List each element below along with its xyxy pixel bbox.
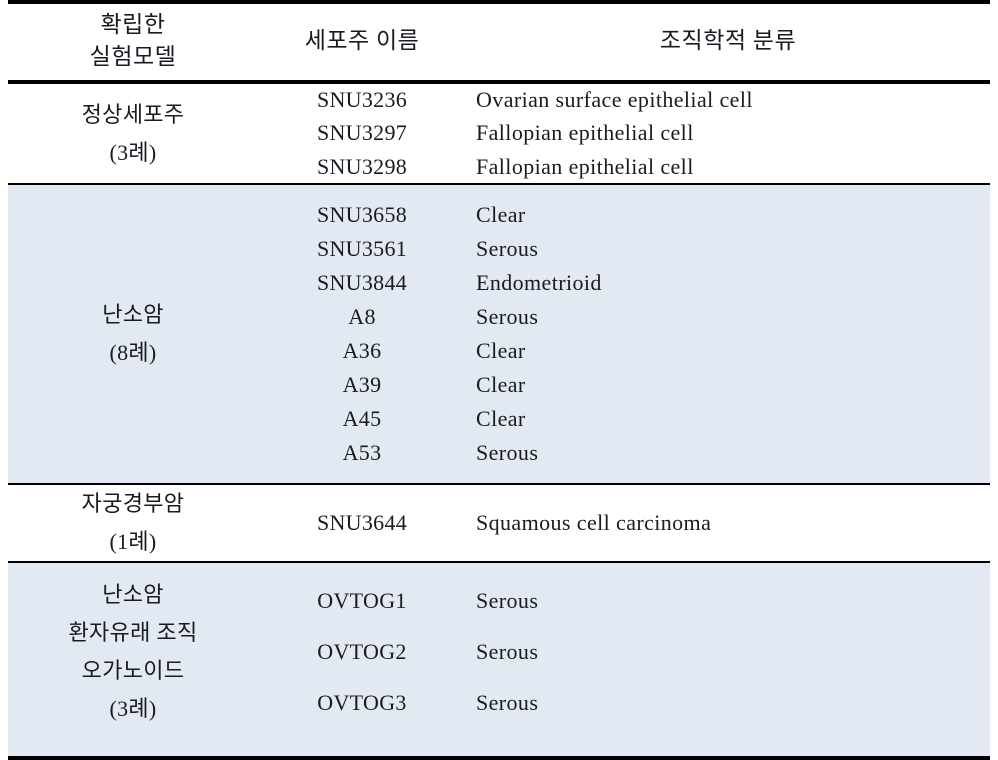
histology-value: Clear xyxy=(466,368,990,402)
histology-value: Serous xyxy=(466,626,990,678)
cell-line-name: SNU3297 xyxy=(316,120,408,145)
section-label-normal-cell-lines: 정상세포주 (3례) xyxy=(8,82,258,184)
section-cervical-cancer: 자궁경부암 (1례) SNU3644 Squamous cell carcino… xyxy=(8,483,990,562)
cell-line-name: SNU3644 xyxy=(258,483,466,562)
histology-value: Fallopian epithelial cell xyxy=(476,153,694,179)
histology-value: Clear xyxy=(466,402,990,436)
section-label-ovarian-organoid: 난소암 환자유래 조직 오가노이드 (3례) xyxy=(8,576,258,728)
column-header-model-line-1: 확립한 xyxy=(100,12,166,37)
section-label-line: 정상세포주 xyxy=(81,101,185,127)
section-label-ovarian-cancer: 난소암 (8례) xyxy=(8,198,258,470)
spacer xyxy=(466,183,990,198)
cell-line-name: A39 xyxy=(258,368,466,402)
table-row: 난소암 환자유래 조직 오가노이드 (3례) OVTOG1 Serous xyxy=(8,576,990,728)
table-row: 정상세포주 (3례) SNU3236 Ovarian surface epith… xyxy=(8,82,990,165)
cell-line-name: OVTOG1 xyxy=(258,576,466,627)
spacer xyxy=(466,561,990,576)
cell-line-name: SNU3561 xyxy=(258,232,466,266)
section-label-line: 자궁경부암 xyxy=(81,491,185,516)
section-normal-cell-lines: 정상세포주 (3례) SNU3236 Ovarian surface epith… xyxy=(8,82,990,184)
column-header-histology-text: 조직학적 분류 xyxy=(659,28,797,53)
column-header-model-line-2: 실험모델 xyxy=(89,44,177,69)
table-row: 자궁경부암 (1례) SNU3644 Squamous cell carcino… xyxy=(8,483,990,562)
cell-line-name: OVTOG2 xyxy=(258,626,466,678)
histology-value: Squamous cell carcinoma xyxy=(466,483,990,562)
column-header-cell-line-name-text: 세포주 이름 xyxy=(304,28,420,53)
histology-value: Serous xyxy=(466,436,990,470)
section-top-spacer xyxy=(8,561,990,576)
cell-line-name: SNU3658 xyxy=(258,198,466,232)
spacer xyxy=(258,561,466,576)
section-label-count: (3례) xyxy=(109,696,157,721)
histology-value: Serous xyxy=(466,576,990,627)
cell-line-name: SNU3236 xyxy=(316,87,408,112)
cell-line-table: 확립한 실험모델 세포주 이름 조직학적 분류 정상세포주 (3례) SNU32… xyxy=(8,0,990,760)
section-bottom-spacer xyxy=(8,470,990,484)
cell-line-name: OVTOG3 xyxy=(258,677,466,728)
table-header: 확립한 실험모델 세포주 이름 조직학적 분류 xyxy=(8,0,990,84)
histology-value: Endometrioid xyxy=(466,266,990,300)
column-header-cell-line-name: 세포주 이름 xyxy=(258,0,466,84)
column-header-model: 확립한 실험모델 xyxy=(8,0,258,84)
section-ovarian-cancer: 난소암 (8례) SNU3658 Clear SNU3561 Serous SN… xyxy=(8,183,990,484)
section-label-count: (3례) xyxy=(109,139,157,165)
spacer xyxy=(258,470,466,484)
histology-value: Clear xyxy=(466,198,990,232)
histology-value: Serous xyxy=(466,677,990,728)
spacer xyxy=(8,470,258,484)
section-label-line: 오가노이드 xyxy=(81,658,185,683)
section-label-count: (1례) xyxy=(109,529,157,554)
cell-line-name: SNU3844 xyxy=(258,266,466,300)
section-label-line: 환자유래 조직 xyxy=(68,620,198,645)
cell-line-name: A45 xyxy=(258,402,466,436)
section-bottom-spacer xyxy=(8,728,990,760)
section-label-line: 난소암 xyxy=(102,302,164,327)
histology-value: Serous xyxy=(466,300,990,334)
spacer xyxy=(466,470,990,484)
histology-value: Serous xyxy=(466,232,990,266)
spacer xyxy=(8,561,258,576)
section-top-spacer xyxy=(8,183,990,198)
spacer xyxy=(8,183,258,198)
spacer xyxy=(466,728,990,760)
histology-value: Clear xyxy=(466,334,990,368)
header-row: 확립한 실험모델 세포주 이름 조직학적 분류 xyxy=(8,0,990,84)
cell-line-name: A53 xyxy=(258,436,466,470)
section-label-cervical-cancer: 자궁경부암 (1례) xyxy=(8,483,258,562)
cell-line-name: A36 xyxy=(258,334,466,368)
column-header-histology: 조직학적 분류 xyxy=(466,0,990,84)
spacer xyxy=(258,183,466,198)
histology-value: Fallopian epithelial cell xyxy=(476,120,694,145)
table-container: 확립한 실험모델 세포주 이름 조직학적 분류 정상세포주 (3례) SNU32… xyxy=(0,0,998,760)
spacer xyxy=(258,728,466,760)
section-label-count: (8례) xyxy=(109,340,157,365)
section-ovarian-organoid: 난소암 환자유래 조직 오가노이드 (3례) OVTOG1 Serous OVT… xyxy=(8,561,990,760)
table-row: 난소암 (8례) SNU3658 Clear xyxy=(8,198,990,470)
section-label-line: 난소암 xyxy=(102,582,164,607)
histology-value: Ovarian surface epithelial cell xyxy=(476,87,753,112)
spacer xyxy=(8,728,258,760)
cell-line-name: SNU3298 xyxy=(316,153,408,179)
cell-line-name: A8 xyxy=(258,300,466,334)
